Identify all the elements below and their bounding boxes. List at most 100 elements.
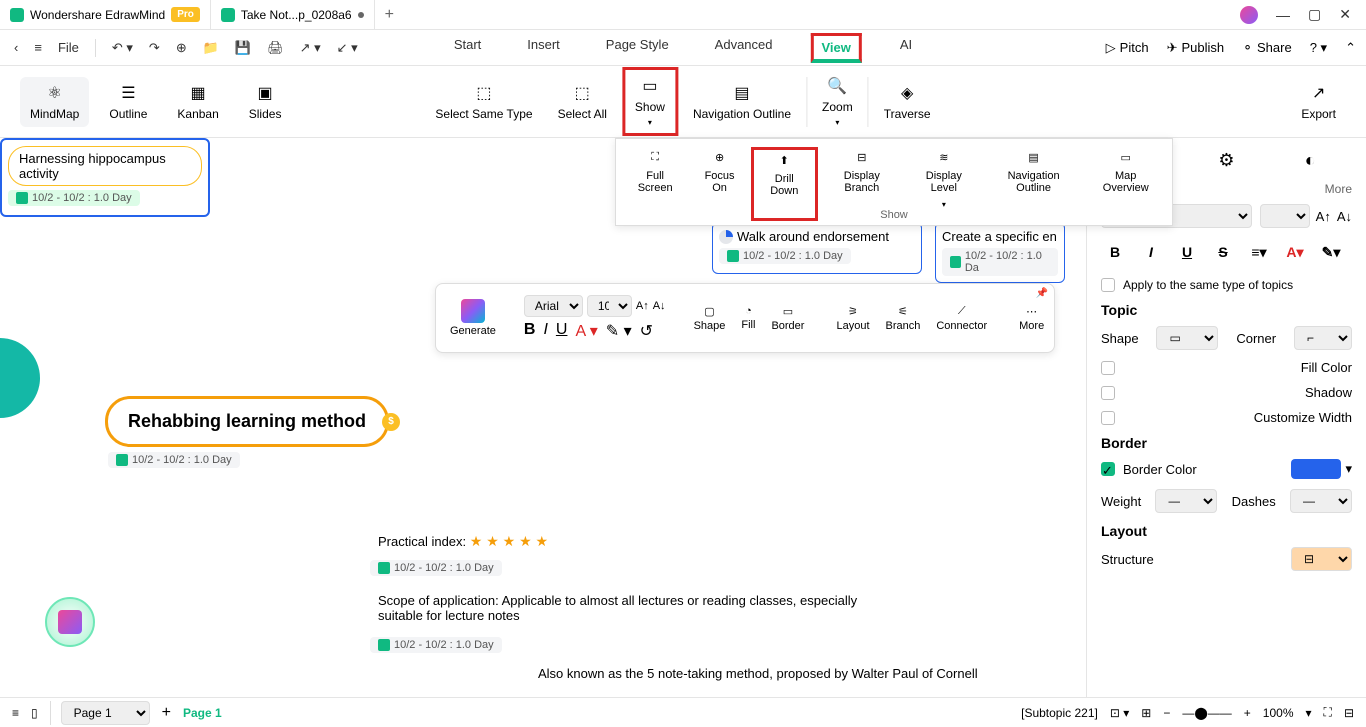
tab-pagestyle[interactable]: Page Style <box>598 33 677 63</box>
share-button[interactable]: ⚬ Share <box>1242 40 1292 56</box>
panel-fontcolor[interactable]: A▾ <box>1281 238 1309 266</box>
node-specific[interactable]: Create a specific en 10/2 - 10/2 : 1.0 D… <box>935 222 1065 283</box>
layout-button[interactable]: ⚞Layout <box>832 301 873 336</box>
ai-helper-button[interactable] <box>45 597 95 647</box>
panel-decrease-font[interactable]: A↓ <box>1337 209 1352 224</box>
more-button[interactable]: ⋯More <box>1015 301 1048 336</box>
open-button[interactable]: 📁 <box>199 38 223 58</box>
collapse-panel-button[interactable]: ⊟ <box>1344 706 1354 720</box>
nav-outline-button[interactable]: ▤ Navigation Outline <box>683 77 801 127</box>
tab-document[interactable]: Take Not...p_0208a6 <box>211 0 375 30</box>
close-button[interactable]: ✕ <box>1339 6 1351 23</box>
dashes-select[interactable]: — <box>1290 489 1352 513</box>
panel-size-select[interactable]: 10 <box>1260 204 1310 228</box>
tab-ai[interactable]: AI <box>892 33 920 63</box>
custom-width-checkbox[interactable] <box>1101 411 1115 425</box>
border-button[interactable]: ▭Border <box>767 301 808 336</box>
italic-button[interactable]: I <box>543 321 547 341</box>
scope-node[interactable]: Scope of application: Applicable to almo… <box>378 593 868 623</box>
outline-toggle[interactable]: ≡ <box>12 706 19 720</box>
show-button[interactable]: ▭ Show ▾ <box>622 67 678 136</box>
minimize-button[interactable]: — <box>1276 7 1290 23</box>
fit-width-button[interactable]: ⊞ <box>1141 706 1151 720</box>
panel-align[interactable]: ≡▾ <box>1245 238 1273 266</box>
zoom-out-button[interactable]: − <box>1163 706 1170 720</box>
slides-view-button[interactable]: ▣ Slides <box>239 77 292 127</box>
node-hippocampus[interactable]: Harnessing hippocampus activity <box>8 146 202 186</box>
file-menu[interactable]: File <box>54 38 83 57</box>
export-dropdown[interactable]: ↗ ▾ <box>296 38 325 58</box>
mindmap-view-button[interactable]: ⚛ MindMap <box>20 77 89 127</box>
size-select[interactable]: 10 <box>587 295 632 317</box>
zoom-slider[interactable]: —⬤—— <box>1182 706 1231 720</box>
apply-same-checkbox[interactable] <box>1101 278 1115 292</box>
kanban-view-button[interactable]: ▦ Kanban <box>167 77 228 127</box>
export-button[interactable]: ↗ Export <box>1291 77 1346 127</box>
font-select[interactable]: Arial <box>524 295 583 317</box>
user-avatar[interactable] <box>1240 6 1258 24</box>
collapse-button[interactable]: ⌃ <box>1345 40 1356 56</box>
traverse-button[interactable]: ◈ Traverse <box>874 77 941 127</box>
add-tab-button[interactable]: + <box>375 6 404 24</box>
save-button[interactable]: 💾 <box>231 38 255 58</box>
zoom-button[interactable]: 🔍 Zoom ▾ <box>812 70 863 133</box>
panel-increase-font[interactable]: A↑ <box>1316 209 1331 224</box>
drill-down-button[interactable]: ⬆ Drill Down <box>751 147 818 221</box>
bold-button[interactable]: B <box>524 321 536 341</box>
panel-bold[interactable]: B <box>1101 238 1129 266</box>
border-color-dropdown[interactable]: ▾ <box>1345 461 1352 477</box>
page-select[interactable]: Page 1 <box>61 701 150 725</box>
panel-tab-style[interactable]: ⚙ <box>1214 148 1238 172</box>
shadow-checkbox[interactable] <box>1101 386 1115 400</box>
map-overview-button[interactable]: ▭ Map Overview <box>1085 147 1166 221</box>
decrease-font-button[interactable]: A↓ <box>653 300 666 312</box>
font-color-button[interactable]: A ▾ <box>575 321 597 341</box>
increase-font-button[interactable]: A↑ <box>636 300 649 312</box>
panel-underline[interactable]: U <box>1173 238 1201 266</box>
panel-toggle[interactable]: ▯ <box>31 706 38 720</box>
shape-select[interactable]: ▭ <box>1156 326 1218 350</box>
new-button[interactable]: ⊕ <box>172 38 191 58</box>
panel-strike[interactable]: S <box>1209 238 1237 266</box>
publish-button[interactable]: ✈ Publish <box>1167 40 1225 56</box>
weight-select[interactable]: — <box>1155 489 1217 513</box>
panel-highlight[interactable]: ✎▾ <box>1317 238 1345 266</box>
focus-on-button[interactable]: ⊕ Focus On <box>690 147 749 221</box>
fullscreen-button[interactable]: ⛶ Full Screen <box>622 147 688 221</box>
print-button[interactable]: 🖨 <box>263 38 288 58</box>
connector-button[interactable]: ⟋Connector <box>932 301 991 336</box>
node-walk[interactable]: Walk around endorsement 10/2 - 10/2 : 1.… <box>712 222 922 274</box>
back-button[interactable]: ‹ <box>10 38 22 57</box>
corner-select[interactable]: ⌐ <box>1294 326 1352 350</box>
generate-button[interactable]: Generate <box>446 295 500 341</box>
zoom-in-button[interactable]: + <box>1244 706 1251 720</box>
border-color-checkbox[interactable]: ✓ <box>1101 462 1115 476</box>
main-topic-node[interactable]: Rehabbing learning method $ <box>105 396 389 447</box>
underline-button[interactable]: U <box>556 321 568 341</box>
pin-icon[interactable]: 📌 <box>1036 288 1048 299</box>
redo-button[interactable]: ↷ <box>145 38 164 58</box>
root-bubble[interactable] <box>0 338 40 418</box>
display-level-button[interactable]: ≋ Display Level ▾ <box>906 147 982 221</box>
fill-button[interactable]: ◔Fill <box>737 301 759 335</box>
highlight-button[interactable]: ✎ ▾ <box>606 321 632 341</box>
pitch-button[interactable]: ▷ Pitch <box>1106 40 1149 56</box>
tab-app[interactable]: Wondershare EdrawMind Pro <box>0 0 211 30</box>
border-color-swatch[interactable] <box>1291 459 1341 479</box>
menu-button[interactable]: ≡ <box>30 38 46 57</box>
select-same-type-button[interactable]: ⬚ Select Same Type <box>425 77 542 127</box>
add-page-button[interactable]: + <box>162 704 171 722</box>
page-tab[interactable]: Page 1 <box>183 706 222 720</box>
tab-view[interactable]: View <box>811 33 862 63</box>
branch-button[interactable]: ⚟Branch <box>882 301 925 336</box>
nav-outline-panel-button[interactable]: ▤ Navigation Outline <box>984 147 1084 221</box>
import-dropdown[interactable]: ↙ ▾ <box>333 38 362 58</box>
panel-tab-theme[interactable]: ◐ <box>1298 148 1322 172</box>
zoom-dropdown[interactable]: ▾ <box>1306 706 1312 720</box>
tab-start[interactable]: Start <box>446 33 489 63</box>
shape-button[interactable]: ▢Shape <box>690 301 730 336</box>
panel-italic[interactable]: I <box>1137 238 1165 266</box>
help-button[interactable]: ? ▾ <box>1310 40 1327 56</box>
cornell-node[interactable]: Also known as the 5 note-taking method, … <box>538 666 988 681</box>
fullscreen-status-button[interactable]: ⛶ <box>1324 705 1332 720</box>
